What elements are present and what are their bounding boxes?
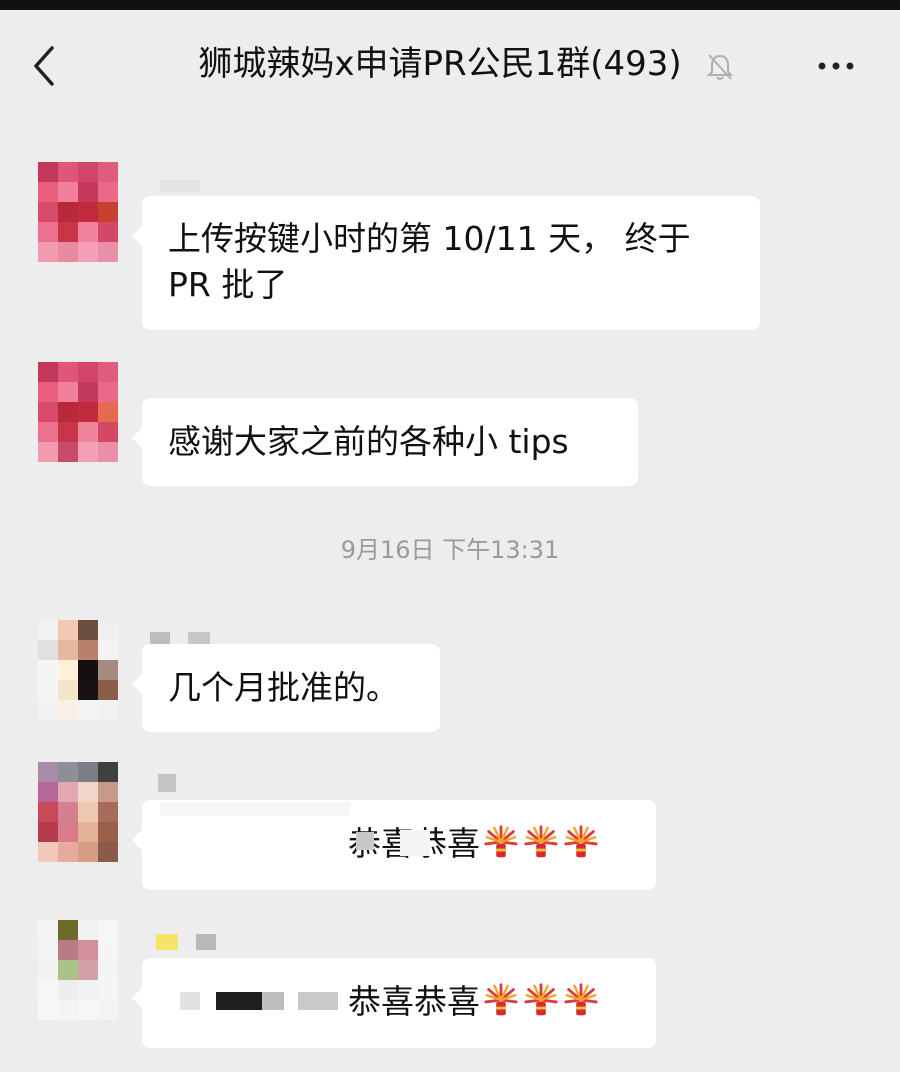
firework-icon xyxy=(524,983,558,1016)
firework-icon xyxy=(564,825,598,858)
blurred-content xyxy=(180,992,200,1010)
blurred-content xyxy=(216,992,262,1010)
firework-icon xyxy=(484,825,518,858)
sender-name-blurred xyxy=(188,632,210,644)
blurred-content xyxy=(262,992,284,1010)
sender-name-blurred xyxy=(160,180,200,192)
message-text: 上传按键小时的第 10/11 天， 终于 xyxy=(168,219,691,258)
status-bar-strip xyxy=(0,0,900,10)
sender-name-blurred xyxy=(158,774,176,792)
timestamp: 9月16日 下午13:31 xyxy=(340,536,560,564)
message-bubble[interactable]: 感谢大家之前的各种小 tips xyxy=(132,398,638,486)
firework-icon xyxy=(564,983,598,1016)
blurred-content xyxy=(160,802,350,816)
message-text: 几个月批准的。 xyxy=(168,668,399,707)
chevron-left-icon xyxy=(34,46,54,86)
blurred-content xyxy=(400,830,430,856)
avatar[interactable] xyxy=(38,162,118,262)
chat-header: 狮城辣妈x申请PR公民1群(493) xyxy=(0,10,900,118)
more-options-button[interactable] xyxy=(808,44,864,88)
blurred-content xyxy=(356,832,374,850)
blurred-content xyxy=(298,992,338,1010)
more-dots-icon xyxy=(818,62,854,70)
sender-name-blurred xyxy=(196,934,216,950)
message-bubble[interactable]: 几个月批准的。 xyxy=(132,644,440,732)
message-text: PR 批了 xyxy=(168,265,288,304)
avatar[interactable] xyxy=(38,620,118,720)
firework-icon xyxy=(484,983,518,1016)
message-bubble[interactable]: 恭喜恭喜 xyxy=(132,800,656,890)
avatar[interactable] xyxy=(38,362,118,462)
message-bubble[interactable]: 上传按键小时的第 10/11 天， 终于 PR 批了 xyxy=(132,196,760,330)
message-bubble[interactable]: 恭喜恭喜 xyxy=(132,958,656,1048)
sender-name-blurred xyxy=(156,934,178,950)
firework-icon xyxy=(524,825,558,858)
message-text: 感谢大家之前的各种小 tips xyxy=(168,422,569,461)
avatar[interactable] xyxy=(38,920,118,1020)
bell-muted-icon xyxy=(706,54,734,80)
chat-title: 狮城辣妈x申请PR公民1群(493) xyxy=(198,44,682,84)
message-text: 恭喜恭喜 xyxy=(348,982,480,1021)
sender-name-blurred xyxy=(150,632,170,644)
avatar[interactable] xyxy=(38,762,118,862)
back-button[interactable] xyxy=(24,40,68,92)
